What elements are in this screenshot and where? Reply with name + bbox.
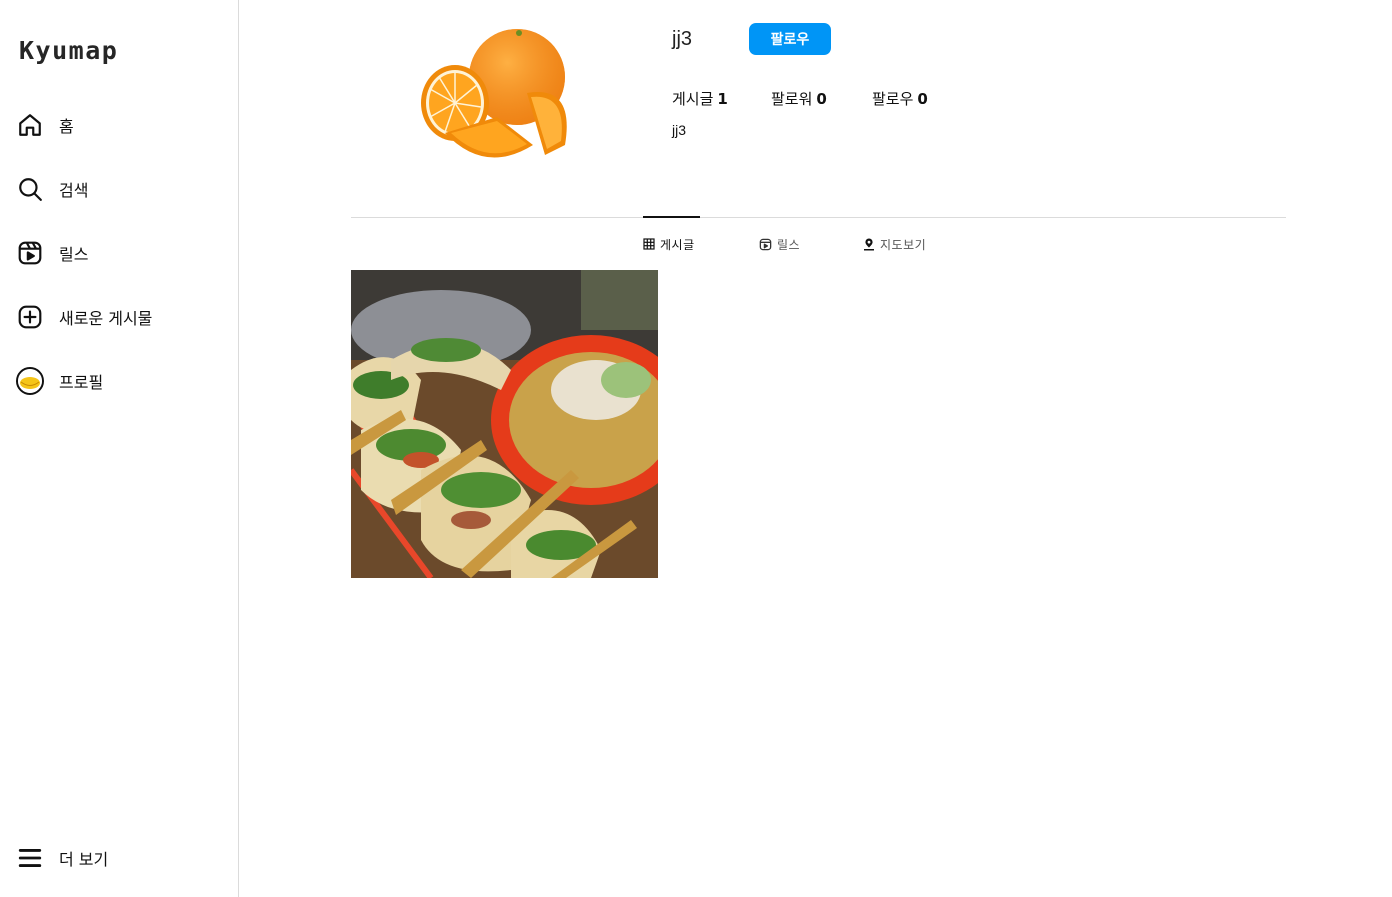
sidebar-item-label: 새로운 게시물 <box>59 309 153 328</box>
profile-bio-name: jj3 <box>672 122 687 138</box>
plus-square-icon <box>16 303 44 331</box>
stat-label: 팔로우 <box>872 90 914 108</box>
stat-value: 0 <box>917 90 928 108</box>
tab-label: 지도보기 <box>880 237 927 252</box>
sidebar-item-label: 더 보기 <box>59 850 109 869</box>
grid-icon <box>643 238 655 250</box>
stat-label: 팔로워 <box>771 90 813 108</box>
menu-icon <box>16 844 44 872</box>
follow-button[interactable]: 팔로우 <box>749 23 831 55</box>
stat-posts: 게시글 1 <box>672 88 728 109</box>
avatar <box>16 367 44 395</box>
search-icon <box>16 175 44 203</box>
stat-value: 0 <box>816 90 827 108</box>
stat-followers[interactable]: 팔로워 0 <box>771 88 827 109</box>
home-icon <box>16 111 44 139</box>
stat-following[interactable]: 팔로우 0 <box>872 88 928 109</box>
sidebar-item-home[interactable]: 홈 <box>16 107 226 143</box>
stat-value: 1 <box>717 90 728 108</box>
sidebar-item-label: 검색 <box>59 181 89 200</box>
sidebar-item-more[interactable]: 더 보기 <box>16 840 226 876</box>
reels-icon <box>759 238 772 250</box>
tab-posts[interactable]: 게시글 <box>643 235 695 253</box>
reels-icon <box>16 239 44 267</box>
tab-reels[interactable]: 릴스 <box>759 235 800 253</box>
tab-map[interactable]: 지도보기 <box>863 235 926 253</box>
sidebar-item-new-post[interactable]: 새로운 게시물 <box>16 299 226 335</box>
profile-picture[interactable] <box>415 25 575 173</box>
app-logo[interactable]: Kyumap <box>19 36 118 65</box>
stat-label: 게시글 <box>672 90 714 108</box>
sidebar-item-reels[interactable]: 릴스 <box>16 235 226 271</box>
sidebar-item-label: 홈 <box>59 117 74 136</box>
sidebar-item-label: 릴스 <box>59 245 89 264</box>
tab-label: 게시글 <box>660 237 695 252</box>
map-pin-icon <box>864 238 874 250</box>
post-thumbnail[interactable] <box>351 270 658 578</box>
sidebar: Kyumap 홈 검색 릴스 새로운 게시물 프로필 더 보기 <box>0 0 239 897</box>
profile-username: jj3 <box>672 28 693 50</box>
sidebar-item-label: 프로필 <box>59 373 104 392</box>
tab-label: 릴스 <box>777 237 801 252</box>
active-tab-indicator <box>643 216 700 218</box>
sidebar-item-profile[interactable]: 프로필 <box>16 363 226 399</box>
sidebar-item-search[interactable]: 검색 <box>16 171 226 207</box>
tabs-divider <box>351 217 1286 218</box>
